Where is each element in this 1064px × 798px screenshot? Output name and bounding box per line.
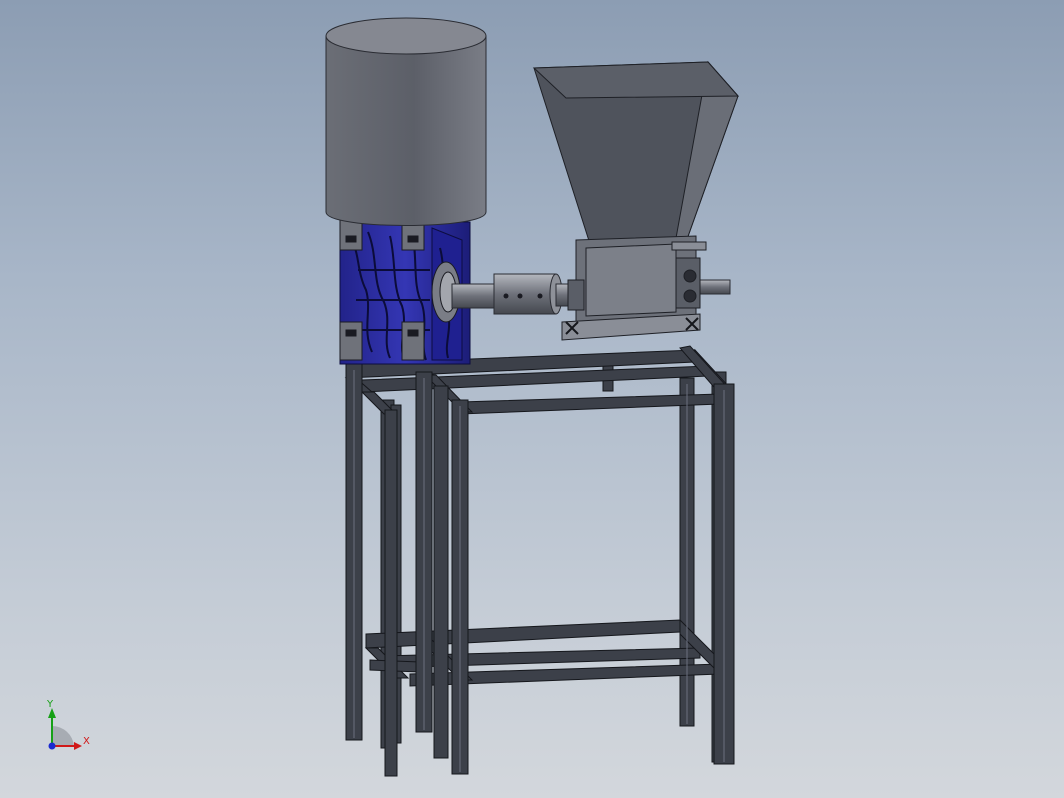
triad-x-label: X — [83, 736, 90, 747]
motor-gearbox[interactable] — [339, 211, 471, 365]
frame-front-legs — [345, 363, 735, 777]
cad-model-view[interactable] — [0, 0, 1064, 798]
feed-hopper[interactable] — [532, 60, 740, 245]
graphics-viewport[interactable]: Y X — [0, 0, 1064, 798]
cutting-chamber[interactable] — [561, 235, 707, 341]
cylinder-tank[interactable] — [325, 17, 487, 226]
triad-y-label: Y — [47, 699, 54, 710]
frame-back-legs — [380, 364, 727, 763]
coordinate-triad: Y X — [30, 694, 102, 758]
